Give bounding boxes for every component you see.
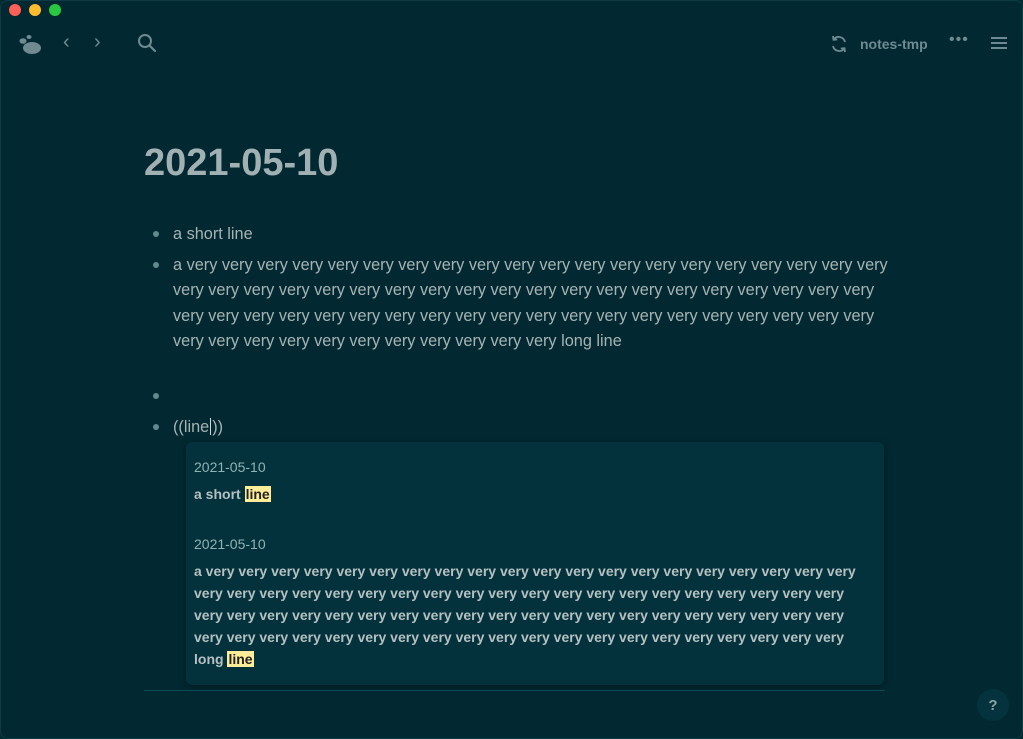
block-content[interactable]: a short line bbox=[173, 222, 893, 247]
forward-icon[interactable]: › bbox=[94, 31, 101, 54]
back-icon[interactable]: ‹ bbox=[63, 31, 70, 54]
result-page-name: 2021-05-10 bbox=[194, 536, 266, 552]
sync-icon[interactable] bbox=[829, 34, 849, 54]
page-title[interactable]: 2021-05-10 bbox=[144, 142, 338, 185]
close-window-button[interactable] bbox=[9, 4, 21, 16]
block-bullet[interactable] bbox=[153, 424, 159, 430]
search-result-item[interactable]: a short line bbox=[194, 483, 874, 505]
result-highlight: line bbox=[244, 486, 271, 502]
block-bullet[interactable] bbox=[153, 231, 159, 237]
result-text: a short bbox=[194, 486, 245, 502]
block-bullet[interactable] bbox=[153, 393, 159, 399]
help-button[interactable]: ? bbox=[977, 689, 1009, 721]
search-result-item[interactable]: a very very very very very very very ver… bbox=[194, 560, 874, 670]
result-page-name: 2021-05-10 bbox=[194, 459, 266, 475]
more-options-icon[interactable]: ••• bbox=[949, 31, 969, 49]
zoom-window-button[interactable] bbox=[49, 4, 61, 16]
logseq-logo-icon[interactable] bbox=[17, 33, 43, 55]
search-icon[interactable] bbox=[137, 33, 157, 53]
block-editor-input[interactable]: ((line)) bbox=[173, 415, 893, 440]
ref-text-before-cursor: ((line bbox=[173, 418, 210, 436]
window-controls bbox=[9, 4, 61, 16]
block-bullet[interactable] bbox=[153, 262, 159, 268]
app-window: ‹ › notes-tmp ••• 2021-05-10 a short lin… bbox=[0, 0, 1023, 739]
block-content[interactable]: a very very very very very very very ver… bbox=[173, 253, 893, 354]
result-highlight: line bbox=[227, 651, 254, 667]
sidebar-menu-icon[interactable] bbox=[991, 36, 1007, 50]
ref-text-after-cursor: )) bbox=[212, 418, 224, 436]
block-search-popup: 2021-05-10 a short line 2021-05-10 a ver… bbox=[186, 442, 884, 685]
result-text: a very very very very very very very ver… bbox=[194, 563, 856, 667]
minimize-window-button[interactable] bbox=[29, 4, 41, 16]
graph-name[interactable]: notes-tmp bbox=[860, 36, 928, 52]
page-divider bbox=[144, 690, 885, 691]
top-toolbar: ‹ › notes-tmp ••• bbox=[1, 25, 1022, 65]
